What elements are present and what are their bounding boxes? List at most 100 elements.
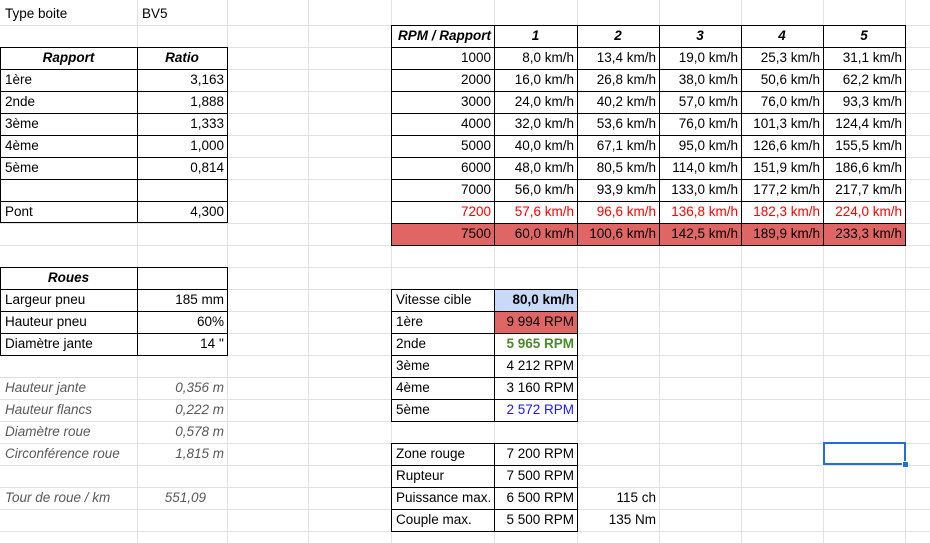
- zone-rouge-label[interactable]: Zone rouge: [393, 443, 468, 465]
- speed-cell-rupteur[interactable]: 100,6 km/h: [577, 223, 659, 245]
- speed-cell[interactable]: 95,0 km/h: [659, 135, 741, 157]
- speed-cell[interactable]: 93,9 km/h: [577, 179, 659, 201]
- rpm-cell[interactable]: 7000: [391, 179, 494, 201]
- largeur-pneu-value[interactable]: 185 mm: [137, 289, 227, 311]
- speed-cell-redline[interactable]: 224,0 km/h: [823, 201, 905, 223]
- vitesse-4eme-rpm[interactable]: 3 160 RPM: [494, 377, 577, 399]
- pont-value[interactable]: 4,300: [137, 201, 227, 223]
- speed-cell[interactable]: 50,6 km/h: [741, 69, 823, 91]
- speed-cell-redline[interactable]: 136,8 km/h: [659, 201, 741, 223]
- speed-cell-rupteur[interactable]: 60,0 km/h: [494, 223, 577, 245]
- speed-cell-redline[interactable]: 96,6 km/h: [577, 201, 659, 223]
- gear-2-header[interactable]: 2: [577, 25, 659, 47]
- active-cell-selection[interactable]: [823, 442, 906, 465]
- speed-cell[interactable]: 26,8 km/h: [577, 69, 659, 91]
- roues-header[interactable]: Roues: [0, 267, 137, 289]
- rpm-cell[interactable]: 3000: [391, 91, 494, 113]
- rapport-4eme-label[interactable]: 4ème: [2, 135, 42, 157]
- speed-cell[interactable]: 8,0 km/h: [494, 47, 577, 69]
- vitesse-cible-label[interactable]: Vitesse cible: [393, 289, 475, 311]
- speed-cell[interactable]: 25,3 km/h: [741, 47, 823, 69]
- couple-max-label[interactable]: Couple max.: [393, 509, 475, 531]
- speed-cell[interactable]: 186,6 km/h: [823, 157, 905, 179]
- rpm-cell-rupteur[interactable]: 7500: [391, 223, 494, 245]
- rapport-3eme-label[interactable]: 3ème: [2, 113, 42, 135]
- hauteur-flancs-value[interactable]: 0,222 m: [137, 399, 227, 421]
- speed-cell[interactable]: 62,2 km/h: [823, 69, 905, 91]
- couple-value[interactable]: 135 Nm: [577, 509, 659, 531]
- speed-cell[interactable]: 31,1 km/h: [823, 47, 905, 69]
- speed-cell[interactable]: 24,0 km/h: [494, 91, 577, 113]
- tour-roue-value[interactable]: 551,09: [137, 487, 209, 509]
- rapport-1ere-ratio[interactable]: 3,163: [137, 69, 227, 91]
- rapport-5eme-ratio[interactable]: 0,814: [137, 157, 227, 179]
- speed-cell[interactable]: 76,0 km/h: [659, 113, 741, 135]
- vitesse-1ere-rpm[interactable]: 9 994 RPM: [494, 311, 577, 333]
- speed-cell[interactable]: 19,0 km/h: [659, 47, 741, 69]
- rupteur-label[interactable]: Rupteur: [393, 465, 447, 487]
- rapport-2nde-label[interactable]: 2nde: [2, 91, 38, 113]
- rpm-cell-redline[interactable]: 7200: [391, 201, 494, 223]
- vitesse-1ere-label[interactable]: 1ère: [393, 311, 426, 333]
- gear-1-header[interactable]: 1: [494, 25, 577, 47]
- speed-cell-redline[interactable]: 182,3 km/h: [741, 201, 823, 223]
- circonference-roue-label[interactable]: Circonférence roue: [2, 443, 123, 465]
- speed-cell[interactable]: 48,0 km/h: [494, 157, 577, 179]
- puissance-max-label[interactable]: Puissance max.: [393, 487, 494, 509]
- tour-roue-label[interactable]: Tour de roue / km: [2, 487, 113, 509]
- rpm-cell[interactable]: 4000: [391, 113, 494, 135]
- vitesse-4eme-label[interactable]: 4ème: [393, 377, 433, 399]
- vitesse-5eme-rpm[interactable]: 2 572 RPM: [494, 399, 577, 421]
- hauteur-jante-label[interactable]: Hauteur jante: [2, 377, 89, 399]
- speed-cell[interactable]: 16,0 km/h: [494, 69, 577, 91]
- fill-handle[interactable]: [902, 461, 909, 468]
- hauteur-jante-value[interactable]: 0,356 m: [137, 377, 227, 399]
- diametre-jante-value[interactable]: 14 '': [137, 333, 227, 355]
- couple-max-rpm[interactable]: 5 500 RPM: [494, 509, 577, 531]
- type-boite-value[interactable]: BV5: [139, 3, 171, 25]
- speed-cell[interactable]: 155,5 km/h: [823, 135, 905, 157]
- largeur-pneu-label[interactable]: Largeur pneu: [2, 289, 88, 311]
- vitesse-3eme-rpm[interactable]: 4 212 RPM: [494, 355, 577, 377]
- speed-cell[interactable]: 114,0 km/h: [659, 157, 741, 179]
- speed-cell[interactable]: 32,0 km/h: [494, 113, 577, 135]
- diametre-jante-label[interactable]: Diamètre jante: [2, 333, 96, 355]
- rapport-2nde-ratio[interactable]: 1,888: [137, 91, 227, 113]
- speed-cell[interactable]: 67,1 km/h: [577, 135, 659, 157]
- speed-cell-redline[interactable]: 57,6 km/h: [494, 201, 577, 223]
- speed-cell[interactable]: 53,6 km/h: [577, 113, 659, 135]
- speed-cell-rupteur[interactable]: 142,5 km/h: [659, 223, 741, 245]
- rapport-header[interactable]: Rapport: [0, 47, 137, 69]
- speed-cell[interactable]: 76,0 km/h: [741, 91, 823, 113]
- speed-cell[interactable]: 57,0 km/h: [659, 91, 741, 113]
- speed-cell[interactable]: 13,4 km/h: [577, 47, 659, 69]
- vitesse-2nde-rpm[interactable]: 5 965 RPM: [494, 333, 577, 355]
- rpm-cell[interactable]: 2000: [391, 69, 494, 91]
- speed-cell[interactable]: 217,7 km/h: [823, 179, 905, 201]
- diametre-roue-value[interactable]: 0,578 m: [137, 421, 227, 443]
- rpm-cell[interactable]: 1000: [391, 47, 494, 69]
- vitesse-5eme-label[interactable]: 5ème: [393, 399, 433, 421]
- speed-cell-rupteur[interactable]: 189,9 km/h: [741, 223, 823, 245]
- zone-rouge-value[interactable]: 7 200 RPM: [494, 443, 577, 465]
- diametre-roue-label[interactable]: Diamètre roue: [2, 421, 94, 443]
- puissance-max-rpm[interactable]: 6 500 RPM: [494, 487, 577, 509]
- speed-cell[interactable]: 133,0 km/h: [659, 179, 741, 201]
- rapport-3eme-ratio[interactable]: 1,333: [137, 113, 227, 135]
- rupteur-value[interactable]: 7 500 RPM: [494, 465, 577, 487]
- rpm-cell[interactable]: 6000: [391, 157, 494, 179]
- hauteur-pneu-value[interactable]: 60%: [137, 311, 227, 333]
- speed-cell[interactable]: 40,0 km/h: [494, 135, 577, 157]
- gear-3-header[interactable]: 3: [659, 25, 741, 47]
- ratio-header[interactable]: Ratio: [137, 47, 227, 69]
- puissance-value[interactable]: 115 ch: [577, 487, 659, 509]
- type-boite-label[interactable]: Type boite: [2, 3, 70, 25]
- hauteur-flancs-label[interactable]: Hauteur flancs: [2, 399, 95, 421]
- circonference-roue-value[interactable]: 1,815 m: [137, 443, 227, 465]
- vitesse-2nde-label[interactable]: 2nde: [393, 333, 429, 355]
- rpm-cell[interactable]: 5000: [391, 135, 494, 157]
- rapport-1ere-label[interactable]: 1ère: [2, 69, 35, 91]
- speed-cell[interactable]: 101,3 km/h: [741, 113, 823, 135]
- speed-cell[interactable]: 80,5 km/h: [577, 157, 659, 179]
- rpm-rapport-header[interactable]: RPM / Rapport: [391, 25, 494, 47]
